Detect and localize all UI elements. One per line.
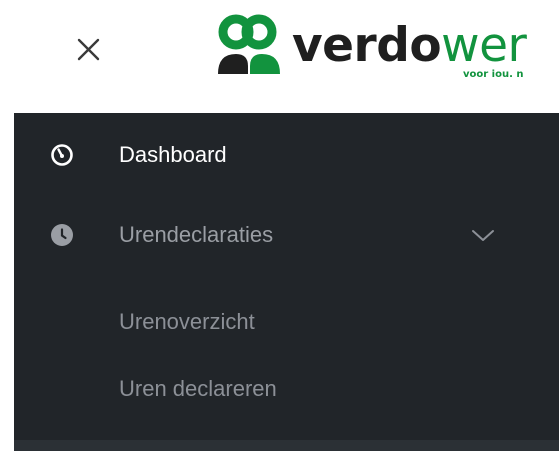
top-bar: verdower voor iou. n (0, 0, 559, 112)
verdo-logo-mark-icon (218, 14, 280, 74)
close-button[interactable] (68, 30, 108, 70)
brand-logo[interactable]: verdower voor iou. n (214, 10, 559, 90)
sidebar-item-dashboard[interactable]: Dashboard (14, 125, 559, 185)
sidebar-subitem-uren-declareren[interactable]: Uren declareren (14, 363, 559, 415)
sidebar-item-urendeclaraties[interactable]: Urendeclaraties (14, 205, 559, 265)
sidebar-menu: Dashboard Urendeclaraties Urenoverzicht … (14, 113, 559, 440)
sidebar-next-item-edge (14, 440, 559, 451)
sidebar-item-label: Dashboard (119, 142, 227, 167)
clock-icon (51, 224, 73, 246)
sidebar-subitem-label: Urenoverzicht (119, 309, 255, 334)
sidebar-subitem-urenoverzicht[interactable]: Urenoverzicht (14, 296, 559, 348)
close-icon[interactable] (68, 30, 108, 70)
logo-tagline: voor iou. n (463, 69, 524, 80)
logo-wordmark: verdower (292, 18, 527, 73)
dashboard-gauge-icon (51, 144, 73, 166)
chevron-down-icon[interactable] (470, 225, 496, 245)
sidebar-item-label: Urendeclaraties (119, 222, 274, 247)
sidebar-subitem-label: Uren declareren (119, 376, 277, 401)
